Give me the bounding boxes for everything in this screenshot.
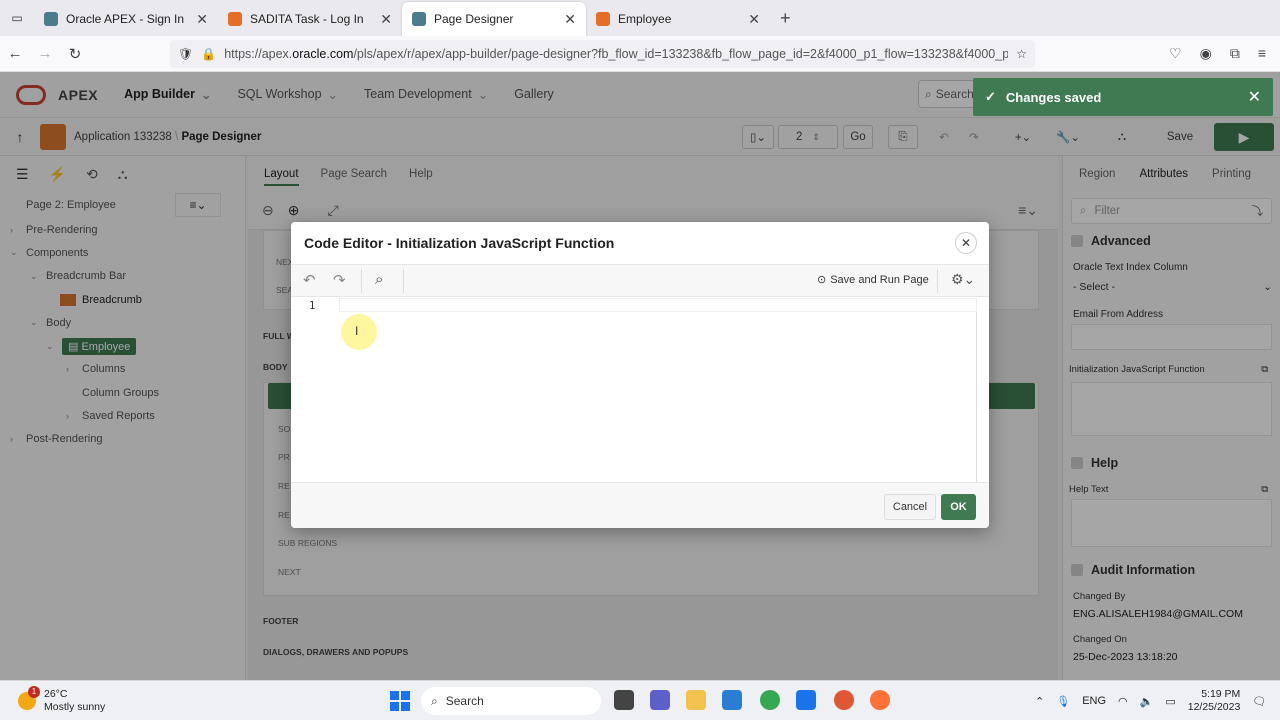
vscode-icon[interactable] [722, 690, 742, 710]
apex-favicon-icon [412, 12, 426, 26]
temperature: 26°C [44, 687, 68, 700]
shield-icon[interactable]: 🛡 [178, 47, 193, 61]
success-toast: ✓ Changes saved ✕ [973, 78, 1273, 116]
teams-icon[interactable] [650, 690, 670, 710]
tab-list-icon[interactable]: ▭ [0, 0, 34, 36]
code-editor-area[interactable]: 1 [291, 298, 977, 482]
system-tray: ⌃ 🎙 ENG ◠ 🔈 ▭ 5:19 PM 12/25/2023 🗨 [1035, 681, 1266, 720]
new-tab-plus-icon[interactable]: + [780, 8, 791, 29]
ok-button[interactable]: OK [941, 494, 976, 520]
tab-page-designer[interactable]: Page Designer ✕ [402, 2, 586, 36]
tab-title: Employee [618, 12, 672, 26]
tab-oracle-signin[interactable]: Oracle APEX - Sign In ✕ [34, 2, 218, 36]
tab-title: Page Designer [434, 12, 514, 26]
toolbar-divider [361, 269, 362, 293]
volume-icon[interactable]: 🔈 [1140, 695, 1154, 708]
chrome-icon[interactable] [760, 690, 780, 710]
url-text: https://apex.oracle.com/pls/apex/r/apex/… [224, 46, 1009, 61]
toolbar-divider [403, 269, 404, 293]
tab-title: Oracle APEX - Sign In [66, 12, 185, 26]
notification-badge: 1 [28, 685, 40, 698]
hamburger-menu-icon[interactable]: ≡ [1258, 45, 1266, 62]
clock[interactable]: 5:19 PM 12/25/2023 [1188, 688, 1241, 714]
dialog-title: Code Editor - Initialization JavaScript … [304, 235, 615, 251]
back-arrow-icon[interactable]: ← [0, 45, 30, 62]
tab-title: SADITA Task - Log In [250, 12, 364, 26]
close-icon: ✕ [960, 236, 972, 250]
code-editor-dialog: Code Editor - Initialization JavaScript … [291, 222, 989, 528]
close-icon[interactable]: ✕ [748, 11, 760, 28]
mouse-cursor-highlight [341, 314, 377, 350]
task-view-icon[interactable] [614, 690, 634, 710]
line-number: 1 [309, 300, 316, 312]
language-indicator[interactable]: ENG [1082, 695, 1106, 707]
bookmark-star-icon[interactable]: ☆ [1016, 47, 1027, 61]
employee-favicon-icon [596, 12, 610, 26]
close-icon[interactable]: ✕ [564, 11, 576, 28]
tab-sadita[interactable]: SADITA Task - Log In ✕ [218, 2, 402, 36]
battery-icon[interactable]: ▭ [1165, 695, 1175, 708]
weather-widget[interactable]: 1 26°C Mostly sunny [18, 685, 106, 714]
windows-start-icon[interactable] [390, 691, 410, 711]
duckduckgo-icon[interactable] [834, 690, 854, 710]
firefox-icon[interactable] [870, 690, 890, 710]
sadita-favicon-icon [228, 12, 242, 26]
save-and-run-button[interactable]: ⊙ Save and Run Page [817, 273, 929, 287]
text-cursor-icon: I [355, 324, 359, 338]
close-icon[interactable]: ✕ [380, 11, 392, 28]
cancel-button[interactable]: Cancel [884, 494, 936, 520]
search-icon: ⌕ [431, 693, 438, 708]
redo-icon[interactable]: ↷ [333, 271, 346, 289]
close-icon[interactable]: ✕ [1248, 87, 1261, 107]
chevron-up-icon[interactable]: ⌃ [1035, 695, 1044, 708]
editor-toolbar: ↶ ↷ ⌕ ⊙ Save and Run Page ⚙⌄ [291, 264, 989, 297]
wifi-icon[interactable]: ◠ [1118, 695, 1128, 708]
file-explorer-icon[interactable] [686, 690, 706, 710]
windows-taskbar: 1 26°C Mostly sunny ⌕ Search ⌃ 🎙 ENG ◠ 🔈 ▭… [0, 680, 1280, 720]
url-bar[interactable]: 🛡 🔒 https://apex.oracle.com/pls/apex/r/a… [170, 39, 1035, 68]
close-icon[interactable]: ✕ [196, 11, 208, 28]
todo-icon[interactable] [796, 690, 816, 710]
account-icon[interactable]: ◉ [1200, 45, 1212, 62]
play-circle-icon: ⊙ [817, 274, 827, 286]
notifications-icon[interactable]: 🗨 [1252, 695, 1266, 708]
extensions-icon[interactable]: ⧉ [1230, 45, 1240, 62]
reload-icon[interactable]: ↻ [60, 45, 90, 63]
search-icon[interactable]: ⌕ [375, 271, 383, 288]
browser-extensions: ♡ ◉ ⧉ ≡ [1169, 45, 1280, 62]
current-line[interactable] [339, 298, 977, 312]
dialog-close-button[interactable]: ✕ [955, 232, 977, 254]
microphone-icon[interactable]: 🎙 [1056, 695, 1070, 708]
forward-arrow-icon[interactable]: → [30, 45, 60, 62]
browser-tab-bar: ▭ Oracle APEX - Sign In ✕ SADITA Task - … [0, 0, 1280, 680]
undo-icon[interactable]: ↶ [303, 271, 316, 289]
taskbar-search[interactable]: ⌕ Search [421, 687, 601, 715]
sun-icon: 1 [18, 685, 40, 710]
browser-nav-bar: ← → ↻ 🛡 🔒 https://apex.oracle.com/pls/ap… [0, 36, 1280, 72]
check-icon: ✓ [985, 89, 996, 104]
lock-icon[interactable]: 🔒 [201, 47, 216, 61]
dialog-footer: Cancel OK [291, 482, 989, 528]
gear-icon[interactable]: ⚙⌄ [951, 271, 975, 288]
tab-employee[interactable]: Employee ✕ [586, 2, 770, 36]
apex-favicon-icon [44, 12, 58, 26]
weather-text: Mostly sunny [44, 700, 106, 713]
pocket-icon[interactable]: ♡ [1169, 45, 1182, 62]
toolbar-divider [937, 269, 938, 293]
